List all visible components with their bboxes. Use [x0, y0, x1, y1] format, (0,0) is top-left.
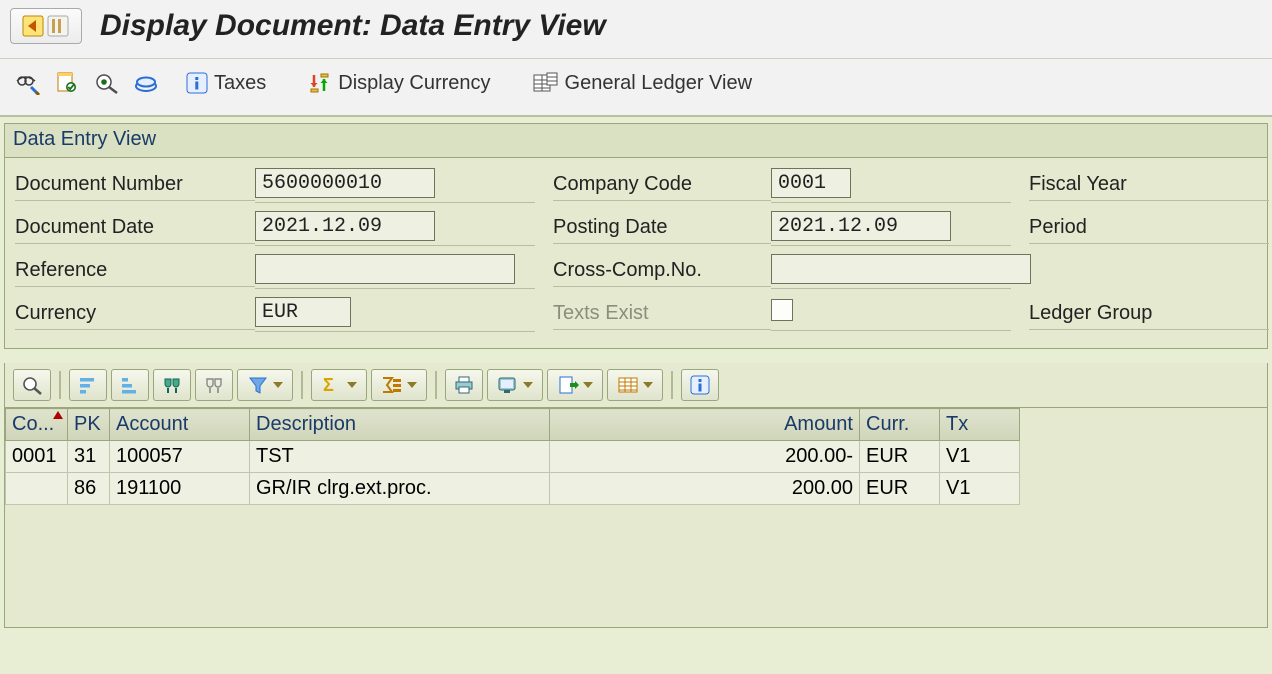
print-button[interactable] — [445, 369, 483, 401]
panel-title: Data Entry View — [5, 124, 1267, 158]
overview-button[interactable] — [90, 65, 124, 101]
back-exit-icon[interactable] — [10, 8, 82, 44]
label-period: Period — [1029, 214, 1269, 244]
display-currency-label: Display Currency — [338, 72, 490, 95]
chevron-down-icon — [643, 382, 653, 388]
taxes-label: Taxes — [214, 72, 266, 95]
chevron-down-icon — [407, 382, 417, 388]
general-ledger-view-button[interactable]: General Ledger View — [529, 65, 757, 101]
cell-amount[interactable]: 200.00- — [550, 441, 860, 473]
label-doc-date: Document Date — [15, 214, 255, 244]
field-cross-comp-no[interactable] — [771, 254, 1031, 284]
alv-toolbar: Σ — [4, 363, 1268, 408]
label-currency: Currency — [15, 300, 255, 330]
col-account[interactable]: Account — [110, 409, 250, 441]
chevron-down-icon — [273, 382, 283, 388]
cell-description[interactable]: GR/IR clrg.ext.proc. — [250, 473, 550, 505]
table-row[interactable]: 86191100GR/IR clrg.ext.proc.200.00EURV1 — [6, 473, 1020, 505]
cell-tx[interactable]: V1 — [940, 473, 1020, 505]
label-company-code: Company Code — [553, 171, 771, 201]
page-title: Display Document: Data Entry View — [100, 9, 606, 43]
label-cross-comp-no: Cross-Comp.No. — [553, 257, 771, 287]
view-button[interactable] — [487, 369, 543, 401]
layout-button[interactable] — [607, 369, 663, 401]
find-next-button[interactable] — [195, 369, 233, 401]
line-items-grid: Co... PK Account Description Amount Curr… — [4, 408, 1268, 628]
gl-view-label: General Ledger View — [565, 72, 753, 95]
sort-asc-button[interactable] — [69, 369, 107, 401]
col-tx[interactable]: Tx — [940, 409, 1020, 441]
cell-curr[interactable]: EUR — [860, 441, 940, 473]
cell-co[interactable]: 0001 — [6, 441, 68, 473]
app-toolbar: Taxes Display Currency General Ledger Vi… — [0, 59, 1272, 117]
info-button[interactable] — [681, 369, 719, 401]
title-bar: Display Document: Data Entry View — [0, 0, 1272, 59]
chevron-down-icon — [347, 382, 357, 388]
field-doc-number[interactable] — [255, 168, 435, 198]
col-curr[interactable]: Curr. — [860, 409, 940, 441]
gl-view-icon — [533, 72, 559, 94]
checkbox-texts-exist[interactable] — [771, 299, 793, 321]
field-reference[interactable] — [255, 254, 515, 284]
label-reference: Reference — [15, 257, 255, 287]
details-button[interactable] — [13, 369, 51, 401]
label-texts-exist: Texts Exist — [553, 300, 771, 330]
cell-curr[interactable]: EUR — [860, 473, 940, 505]
sort-asc-icon — [53, 411, 63, 419]
col-company-code[interactable]: Co... — [6, 409, 68, 441]
col-pk[interactable]: PK — [68, 409, 110, 441]
field-doc-date[interactable] — [255, 211, 435, 241]
chevron-down-icon — [583, 382, 593, 388]
col-amount[interactable]: Amount — [550, 409, 860, 441]
field-posting-date[interactable] — [771, 211, 951, 241]
total-button[interactable]: Σ — [311, 369, 367, 401]
col-description[interactable]: Description — [250, 409, 550, 441]
call-up-document-button[interactable] — [50, 65, 84, 101]
cell-account[interactable]: 100057 — [110, 441, 250, 473]
cell-pk[interactable]: 31 — [68, 441, 110, 473]
cell-pk[interactable]: 86 — [68, 473, 110, 505]
subtotal-button[interactable] — [371, 369, 427, 401]
chevron-down-icon — [523, 382, 533, 388]
display-currency-button[interactable]: Display Currency — [304, 65, 494, 101]
filter-button[interactable] — [237, 369, 293, 401]
change-display-toggle-button[interactable] — [10, 65, 44, 101]
cell-tx[interactable]: V1 — [940, 441, 1020, 473]
cell-description[interactable]: TST — [250, 441, 550, 473]
export-button[interactable] — [547, 369, 603, 401]
field-currency[interactable] — [255, 297, 351, 327]
find-button[interactable] — [153, 369, 191, 401]
label-ledger-group: Ledger Group — [1029, 300, 1269, 330]
label-posting-date: Posting Date — [553, 214, 771, 244]
table-row[interactable]: 000131100057TST200.00-EURV1 — [6, 441, 1020, 473]
field-company-code[interactable] — [771, 168, 851, 198]
cell-amount[interactable]: 200.00 — [550, 473, 860, 505]
label-doc-number: Document Number — [15, 171, 255, 201]
svg-text:Σ: Σ — [323, 375, 334, 395]
data-entry-panel: Data Entry View Document Number Company … — [4, 123, 1268, 349]
header-button[interactable] — [130, 65, 164, 101]
sort-columns-icon — [308, 72, 332, 94]
sort-desc-button[interactable] — [111, 369, 149, 401]
taxes-button[interactable]: Taxes — [182, 65, 270, 101]
label-fiscal-year: Fiscal Year — [1029, 171, 1269, 201]
alv-table[interactable]: Co... PK Account Description Amount Curr… — [5, 408, 1020, 505]
cell-co[interactable] — [6, 473, 68, 505]
cell-account[interactable]: 191100 — [110, 473, 250, 505]
info-icon — [186, 72, 208, 94]
